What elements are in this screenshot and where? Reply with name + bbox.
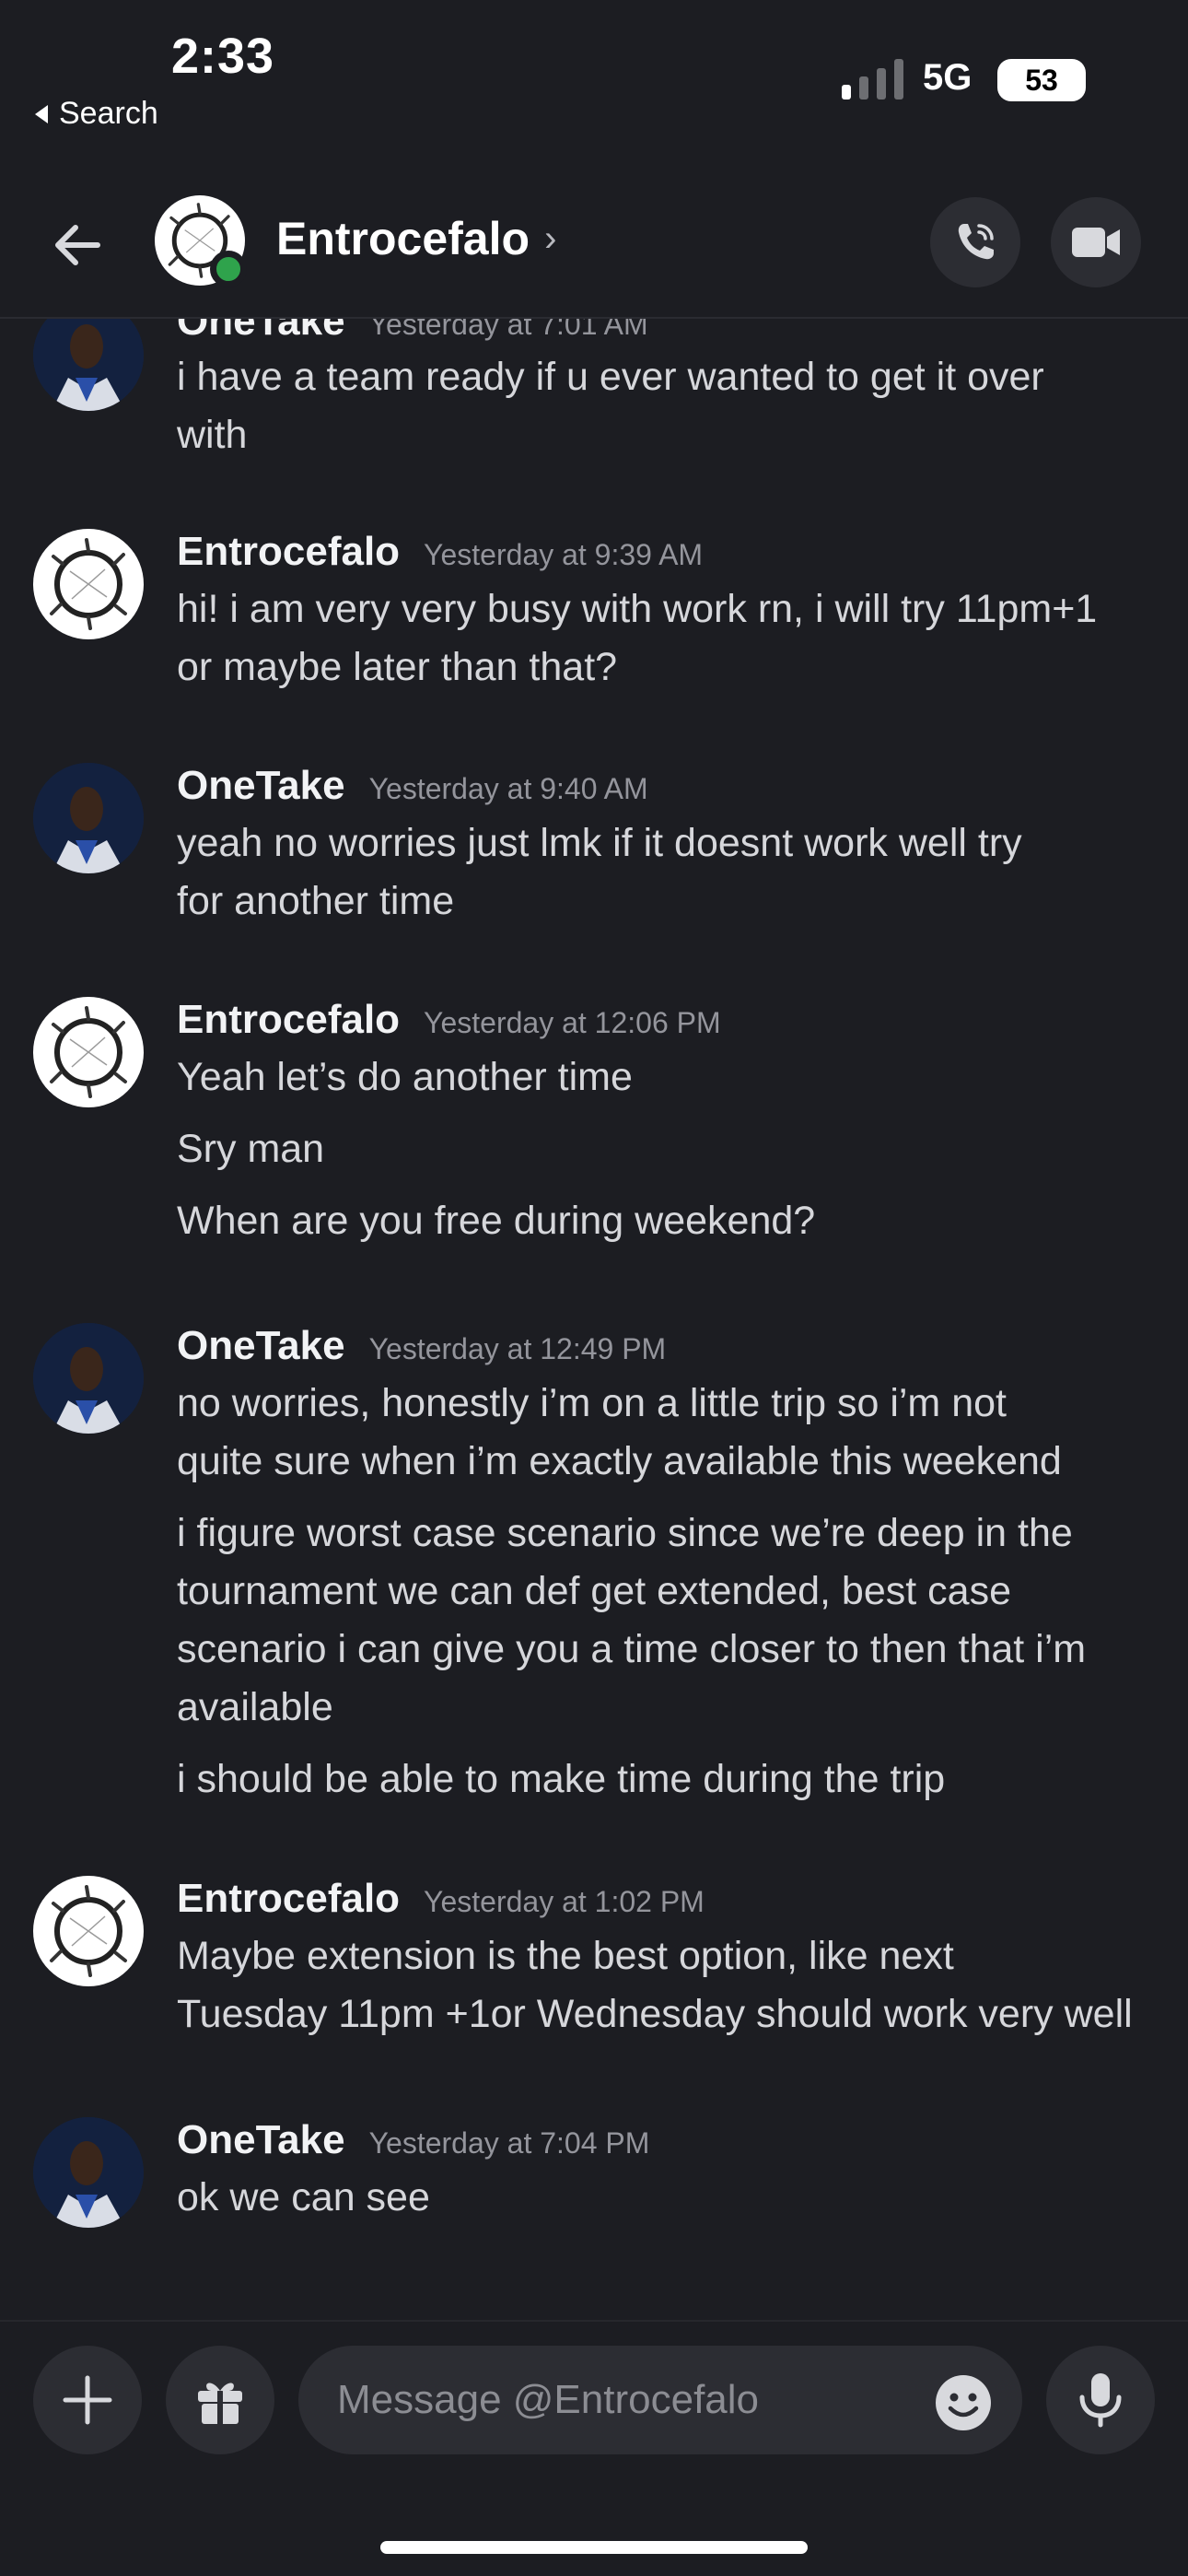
- message-text[interactable]: quite sure when i’m exactly available th…: [177, 1433, 1153, 1491]
- status-time: 2:33: [171, 29, 275, 84]
- app-screen: 2:33 Search 5G 53 Entrocefalo › OneTake …: [0, 0, 1188, 2576]
- microphone-icon: [1079, 2373, 1122, 2428]
- plus-icon: [63, 2375, 112, 2425]
- thorn-ring-avatar-image: [50, 1885, 127, 1977]
- network-type: 5G: [923, 57, 973, 98]
- message-composer: [0, 2320, 1188, 2504]
- message-author[interactable]: OneTake Yesterday at 12:49 PM: [177, 1323, 666, 1369]
- message-text[interactable]: i should be able to make time during the…: [177, 1751, 1153, 1809]
- user-avatar[interactable]: [33, 763, 144, 873]
- gift-button[interactable]: [166, 2346, 274, 2454]
- signal-strength-icon: [842, 59, 903, 100]
- chevron-right-icon: ›: [544, 217, 557, 259]
- gift-icon: [198, 2383, 242, 2424]
- user-avatar[interactable]: [33, 1323, 144, 1434]
- message-author[interactable]: OneTake Yesterday at 9:40 AM: [177, 763, 648, 809]
- message-text[interactable]: Maybe extension is the best option, like…: [177, 1927, 1153, 1985]
- back-to-search-link[interactable]: Search: [35, 96, 158, 132]
- message-text[interactable]: When are you free during weekend?: [177, 1192, 1153, 1250]
- message-text[interactable]: with: [177, 406, 1153, 464]
- message-list[interactable]: OneTake Yesterday at 7:01 AM i have a tea…: [0, 319, 1188, 2322]
- message-author[interactable]: Entrocefalo Yesterday at 12:06 PM: [177, 997, 721, 1043]
- battery-icon: 53: [997, 59, 1086, 101]
- chat-header: Entrocefalo ›: [0, 175, 1188, 319]
- message-input[interactable]: [298, 2346, 1022, 2454]
- message-text[interactable]: tournament we can def get extended, best…: [177, 1563, 1153, 1621]
- user-avatar[interactable]: [33, 529, 144, 639]
- user-avatar[interactable]: [33, 2117, 144, 2228]
- message-text[interactable]: yeah no worries just lmk if it doesnt wo…: [177, 814, 1153, 872]
- message-timestamp: Yesterday at 12:06 PM: [424, 1006, 721, 1039]
- voice-call-button[interactable]: [930, 197, 1020, 287]
- status-bar: 2:33 Search 5G 53: [0, 0, 1188, 147]
- thorn-ring-avatar-image: [50, 538, 127, 630]
- home-indicator[interactable]: [380, 2541, 808, 2554]
- contact-name: Entrocefalo: [276, 213, 530, 264]
- message-text[interactable]: i figure worst case scenario since we’re…: [177, 1505, 1153, 1563]
- voice-message-button[interactable]: [1046, 2346, 1155, 2454]
- message-author[interactable]: Entrocefalo Yesterday at 9:39 AM: [177, 529, 703, 575]
- video-camera-icon: [1072, 228, 1120, 257]
- message-timestamp: Yesterday at 12:49 PM: [368, 1332, 667, 1365]
- back-triangle-icon: [35, 104, 48, 123]
- message-text[interactable]: hi! i am very very busy with work rn, i …: [177, 580, 1153, 638]
- message-text[interactable]: scenario i can give you a time closer to…: [177, 1621, 1153, 1679]
- portrait-avatar-image: [33, 763, 144, 873]
- message-timestamp: Yesterday at 9:40 AM: [368, 772, 648, 805]
- message-timestamp: Yesterday at 9:39 AM: [424, 538, 704, 571]
- message-timestamp: Yesterday at 7:01 AM: [368, 319, 648, 341]
- message-author[interactable]: OneTake Yesterday at 7:01 AM: [177, 319, 648, 345]
- message-text[interactable]: ok we can see: [177, 2169, 1153, 2227]
- message-text[interactable]: Sry man: [177, 1120, 1153, 1178]
- user-avatar[interactable]: [33, 997, 144, 1107]
- thorn-ring-avatar-image: [50, 1006, 127, 1098]
- user-avatar[interactable]: [33, 319, 144, 411]
- message-text[interactable]: i have a team ready if u ever wanted to …: [177, 348, 1153, 406]
- arrow-left-icon[interactable]: [42, 210, 112, 280]
- battery-cap: [1079, 72, 1086, 88]
- phone-icon: [958, 224, 994, 260]
- message-text[interactable]: Tuesday 11pm +1or Wednesday should work …: [177, 1985, 1153, 2043]
- portrait-avatar-image: [33, 1323, 144, 1434]
- contact-name-button[interactable]: Entrocefalo ›: [276, 212, 556, 265]
- portrait-avatar-image: [33, 2117, 144, 2228]
- online-status-indicator: [210, 251, 247, 287]
- message-text[interactable]: Yeah let’s do another time: [177, 1048, 1153, 1107]
- message-text[interactable]: no worries, honestly i’m on a little tri…: [177, 1375, 1153, 1433]
- add-attachment-button[interactable]: [33, 2346, 142, 2454]
- portrait-avatar-image: [33, 319, 144, 411]
- message-timestamp: Yesterday at 1:02 PM: [424, 1885, 705, 1918]
- message-timestamp: Yesterday at 7:04 PM: [368, 2126, 650, 2160]
- emoji-icon[interactable]: [934, 2373, 993, 2432]
- message-text[interactable]: for another time: [177, 872, 1153, 931]
- message-text[interactable]: available: [177, 1679, 1153, 1737]
- message-author[interactable]: OneTake Yesterday at 7:04 PM: [177, 2117, 649, 2163]
- back-to-search-label: Search: [59, 96, 158, 131]
- video-call-button[interactable]: [1051, 197, 1141, 287]
- message-text[interactable]: or maybe later than that?: [177, 638, 1153, 697]
- message-author[interactable]: Entrocefalo Yesterday at 1:02 PM: [177, 1876, 705, 1922]
- user-avatar[interactable]: [33, 1876, 144, 1986]
